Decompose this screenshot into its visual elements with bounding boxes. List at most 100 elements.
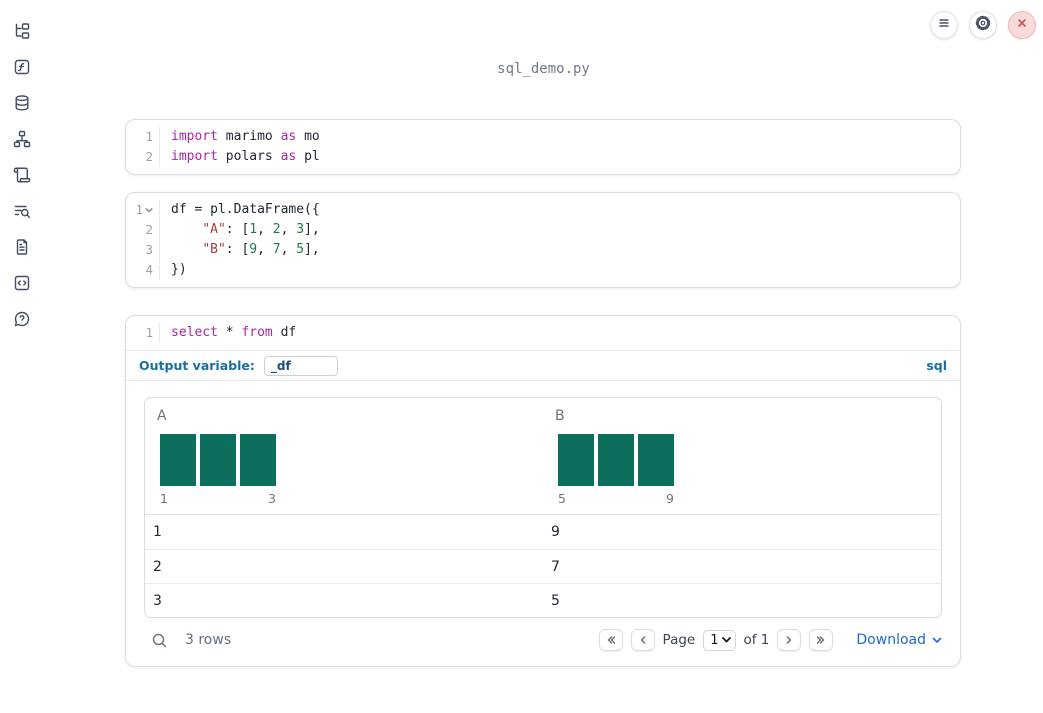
document-icon <box>13 238 31 260</box>
table-row: 27 <box>145 549 941 583</box>
code-token: : [ <box>225 242 250 257</box>
help-icon <box>13 310 31 332</box>
sidebar-item-dependencies[interactable] <box>0 123 44 159</box>
code-cell-imports: 1 import marimo as mo 2 import polars as pl <box>125 119 961 175</box>
last-page-button[interactable] <box>809 629 834 651</box>
code-token: as <box>280 149 297 164</box>
pagination: Page 1 of 1 Download <box>598 629 942 651</box>
sidebar-item-datasources[interactable] <box>0 87 44 123</box>
code-text: "A": [1, 2, 3], <box>160 220 320 240</box>
code-token: "A" <box>202 222 226 237</box>
output-variable-label: Output variable: <box>139 358 255 373</box>
code-token: ], <box>304 222 320 237</box>
cell-output: A13B59 192735 3 rows Page 1 of 1 Downloa… <box>126 380 960 666</box>
sidebar <box>0 0 44 713</box>
table-row: 19 <box>145 515 941 549</box>
code-token: * <box>217 325 242 340</box>
download-label: Download <box>856 632 926 648</box>
first-page-button[interactable] <box>598 629 623 651</box>
sidebar-item-documentation[interactable] <box>0 231 44 267</box>
code-line[interactable]: 1 df = pl.DataFrame({ <box>126 200 960 220</box>
notebook-menu-button[interactable] <box>930 11 958 39</box>
code-token: , <box>280 242 297 257</box>
database-icon <box>13 94 31 116</box>
settings-button[interactable] <box>969 11 997 39</box>
code-token: pl <box>296 149 320 164</box>
code-token: 9 <box>249 242 258 257</box>
code-token: import <box>171 149 218 164</box>
code-line[interactable]: 1 import marimo as mo <box>126 127 960 147</box>
table-body: 192735 <box>145 515 941 617</box>
search-icon[interactable] <box>151 632 168 649</box>
histogram-bar <box>200 434 236 486</box>
tick-label: 3 <box>268 491 276 506</box>
page-select[interactable]: 1 <box>703 629 736 651</box>
column-header-A[interactable]: A 13 <box>145 398 543 514</box>
code-cell-dataframe: 1 df = pl.DataFrame({2 "A": [1, 2, 3], 3 "… <box>125 192 961 288</box>
search-list-icon <box>13 202 31 224</box>
code-token: polars <box>217 149 281 164</box>
code-token: df <box>272 325 297 340</box>
next-page-button[interactable] <box>777 629 802 651</box>
code-token: ], <box>304 242 320 257</box>
chevron-down-icon <box>721 637 731 643</box>
histogram-ticks: 13 <box>160 491 276 506</box>
code-token: 7 <box>272 242 281 257</box>
sidebar-item-help[interactable] <box>0 303 44 339</box>
sidebar-item-outline[interactable] <box>0 159 44 195</box>
notebook-filename[interactable]: sql_demo.py <box>44 61 1043 77</box>
chevron-down-icon <box>932 637 942 644</box>
code-text: }) <box>160 260 187 280</box>
line-number: 3 <box>126 240 160 260</box>
histogram-bar <box>160 434 196 486</box>
menu-icon <box>936 15 952 35</box>
code-token: "B" <box>202 242 226 257</box>
close-icon <box>1014 15 1030 35</box>
code-line[interactable]: 2 "A": [1, 2, 3], <box>126 220 960 240</box>
code-editor[interactable]: 1 df = pl.DataFrame({2 "A": [1, 2, 3], 3 "… <box>126 193 960 287</box>
histogram-ticks: 59 <box>558 491 674 506</box>
column-header-B[interactable]: B59 <box>543 398 941 514</box>
chevron-left-icon <box>637 634 649 646</box>
line-number: 1 <box>126 323 160 343</box>
code-token: mo <box>296 129 320 144</box>
code-line[interactable]: 3 "B": [9, 7, 5], <box>126 240 960 260</box>
marimo-app: sql_demo.py 1 import marimo as mo 2 import … <box>0 0 1043 713</box>
code-editor[interactable]: 1 import marimo as mo 2 import polars as pl <box>126 120 960 174</box>
code-line[interactable]: 4}) <box>126 260 960 280</box>
output-variable-input[interactable] <box>263 355 338 376</box>
code-snippet-icon <box>13 274 31 296</box>
previous-page-button[interactable] <box>630 629 655 651</box>
table-cell: 2 <box>153 558 162 575</box>
chevrons-left-icon <box>605 634 617 646</box>
code-token: 1 <box>249 222 258 237</box>
code-token: 5 <box>296 242 305 257</box>
histogram-bar <box>598 434 634 486</box>
page-select-value: 1 <box>710 632 719 648</box>
sidebar-item-functions[interactable] <box>0 51 44 87</box>
code-line[interactable]: 1 select * from df <box>126 323 960 343</box>
fold-chevron-icon[interactable] <box>145 206 153 214</box>
code-token: : [ <box>225 222 250 237</box>
gear-icon <box>975 15 991 35</box>
code-text: "B": [9, 7, 5], <box>160 240 320 260</box>
line-number: 2 <box>126 147 160 167</box>
sql-editor[interactable]: 1 select * from df <box>126 316 960 350</box>
sidebar-item-logs[interactable] <box>0 195 44 231</box>
table-cell: 3 <box>153 592 162 609</box>
shutdown-button[interactable] <box>1008 11 1036 39</box>
code-line[interactable]: 2 import polars as pl <box>126 147 960 167</box>
language-badge: sql <box>926 358 947 373</box>
line-number: 2 <box>126 220 160 240</box>
sidebar-item-file-explorer[interactable] <box>0 15 44 51</box>
code-token: from <box>241 325 273 340</box>
tick-label: 5 <box>558 491 566 506</box>
code-text: df = pl.DataFrame({ <box>160 200 320 220</box>
code-text: import polars as pl <box>160 147 320 167</box>
function-icon <box>13 58 31 80</box>
chevrons-right-icon <box>815 634 827 646</box>
download-button[interactable]: Download <box>856 632 942 648</box>
column-name: A <box>157 408 167 424</box>
sidebar-item-snippets[interactable] <box>0 267 44 303</box>
